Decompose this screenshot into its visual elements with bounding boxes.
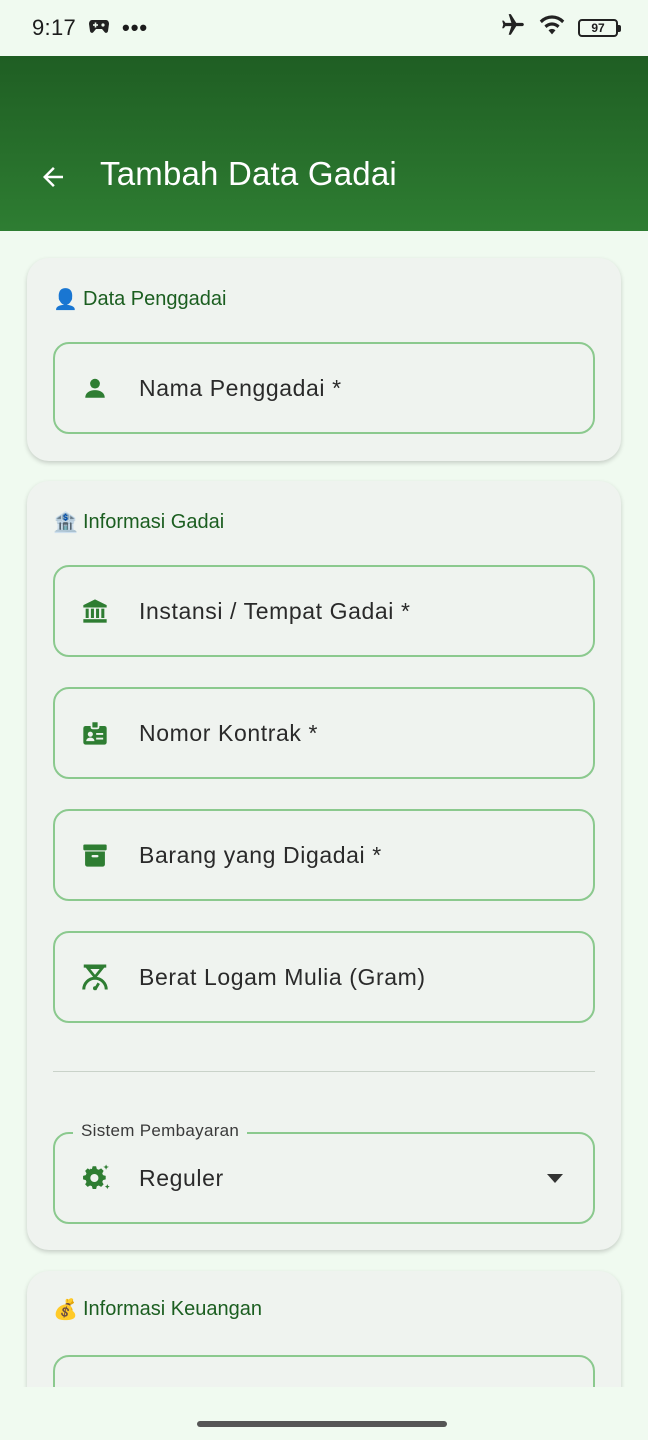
section-header-keuangan: 💰 Informasi Keuangan [53, 1297, 262, 1322]
sistem-pembayaran-dropdown[interactable]: Sistem Pembayaran Reguler [53, 1121, 595, 1224]
back-arrow-icon[interactable] [38, 161, 70, 193]
dropdown-floating-label: Sistem Pembayaran [73, 1121, 248, 1141]
field-label: Instansi / Tempat Gadai * [139, 597, 411, 624]
field-label: Barang yang Digadai * [139, 841, 382, 868]
gesture-home-handle[interactable] [197, 1421, 447, 1427]
status-time: 9:17 [32, 15, 77, 40]
more-notifications-icon: ••• [122, 15, 149, 40]
form-scroll-area[interactable]: 👤 Data Penggadai Nama Penggadai * 🏦 Info… [0, 231, 648, 1387]
divider [53, 1071, 595, 1072]
card-informasi-keuangan: 💰 Informasi Keuangan [27, 1271, 621, 1387]
keuangan-field-partial[interactable] [53, 1355, 595, 1387]
card-data-penggadai: 👤 Data Penggadai Nama Penggadai * [27, 258, 621, 461]
chevron-down-icon[interactable] [545, 1168, 565, 1188]
battery-icon: 97 [578, 19, 621, 37]
section-title: Data Penggadai [83, 288, 227, 310]
field-label: Nomor Kontrak * [139, 719, 319, 746]
bank-emoji-icon: 🏦 [53, 512, 78, 534]
field-label: Nama Penggadai * [139, 374, 342, 401]
airplane-mode-icon [500, 12, 526, 44]
wifi-icon [538, 13, 566, 43]
person-emoji-icon: 👤 [53, 289, 78, 311]
person-icon [79, 372, 111, 404]
gamepad-icon [88, 15, 110, 41]
bank-icon [79, 595, 111, 627]
section-header-penggadai: 👤 Data Penggadai [53, 287, 226, 312]
money-bag-emoji-icon: 💰 [53, 1299, 78, 1321]
page-title: Tambah Data Gadai [100, 155, 397, 192]
berat-logam-field[interactable]: Berat Logam Mulia (Gram) [53, 931, 595, 1023]
instansi-field[interactable]: Instansi / Tempat Gadai * [53, 565, 595, 657]
section-title: Informasi Gadai [83, 511, 225, 533]
card-informasi-gadai: 🏦 Informasi Gadai Instansi / Tempat Gada… [27, 481, 621, 1250]
archive-icon [79, 839, 111, 871]
settings-icon [79, 1162, 111, 1194]
navigation-bar [0, 1387, 648, 1440]
section-header-gadai: 🏦 Informasi Gadai [53, 510, 224, 535]
status-bar: 9:17 ••• 97 [0, 0, 648, 56]
app-bar: Tambah Data Gadai [0, 56, 648, 231]
field-label: Berat Logam Mulia (Gram) [139, 963, 426, 990]
section-title: Informasi Keuangan [83, 1298, 263, 1320]
barang-digadai-field[interactable]: Barang yang Digadai * [53, 809, 595, 901]
dropdown-selected-value: Reguler [139, 1164, 224, 1191]
scale-icon [79, 961, 111, 993]
badge-icon [79, 717, 111, 749]
nama-penggadai-field[interactable]: Nama Penggadai * [53, 342, 595, 434]
nomor-kontrak-field[interactable]: Nomor Kontrak * [53, 687, 595, 779]
